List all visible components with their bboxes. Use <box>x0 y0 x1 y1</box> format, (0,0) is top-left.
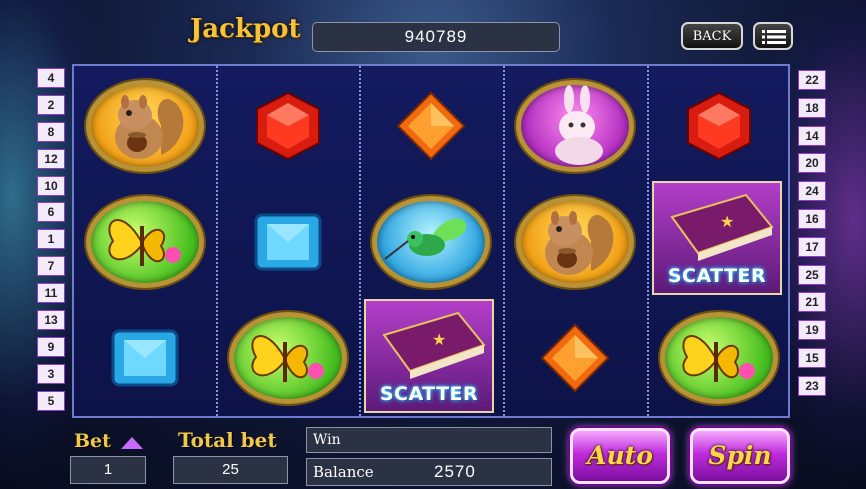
symbol-red-gem <box>223 72 353 180</box>
butterfly-icon <box>229 312 347 404</box>
payline-number[interactable]: 16 <box>798 208 826 229</box>
payline-number[interactable]: 8 <box>37 121 65 142</box>
total-bet-label: Total bet <box>178 428 277 452</box>
payline-number[interactable]: 5 <box>37 390 65 411</box>
balance-field: Balance 2570 <box>306 458 552 486</box>
payline-number[interactable]: 15 <box>798 347 826 368</box>
menu-list-icon <box>762 30 786 44</box>
payline-number[interactable]: 3 <box>37 363 65 384</box>
paylines-left: 4 2 8 12 10 6 1 7 11 13 9 3 5 <box>37 68 65 418</box>
red-gem-icon <box>256 91 320 161</box>
scatter-label: SCATTER <box>379 383 479 405</box>
symbol-squirrel <box>510 188 640 296</box>
payline-number[interactable]: 23 <box>798 375 826 396</box>
bet-value: 1 <box>70 456 146 484</box>
paylines-right: 22 18 14 20 24 16 17 25 21 19 15 23 <box>798 70 826 404</box>
total-bet-value: 25 <box>173 456 288 484</box>
symbol-orange-gem <box>366 72 496 180</box>
butterfly-icon <box>660 312 778 404</box>
payline-number[interactable]: 9 <box>37 336 65 357</box>
balance-value: 2570 <box>434 462 476 481</box>
payline-number[interactable]: 4 <box>37 68 65 88</box>
symbol-scatter: ★ SCATTER <box>364 299 494 413</box>
payline-number[interactable]: 14 <box>798 125 826 146</box>
jackpot-label: Jackpot <box>190 14 301 44</box>
payline-number[interactable]: 19 <box>798 320 826 341</box>
win-label: Win <box>313 432 341 448</box>
symbol-blue-gem <box>223 188 353 296</box>
payline-number[interactable]: 13 <box>37 310 65 331</box>
reel-divider <box>503 66 505 416</box>
jackpot-value: 940789 <box>312 22 560 52</box>
balance-label: Balance <box>313 463 374 481</box>
back-button[interactable]: BACK <box>681 22 743 50</box>
svg-text:★: ★ <box>432 330 446 349</box>
svg-text:★: ★ <box>720 212 734 231</box>
blue-gem-icon <box>111 329 179 387</box>
spin-button[interactable]: Spin <box>690 428 790 484</box>
symbol-red-gem <box>654 72 784 180</box>
squirrel-icon <box>86 80 204 172</box>
bet-increase-icon[interactable] <box>121 437 143 449</box>
orange-gem-icon <box>396 91 466 161</box>
bet-label: Bet <box>74 430 111 452</box>
reel-divider <box>647 66 649 416</box>
reel-grid: ★ SCATTER ★ SCATTER <box>72 64 790 418</box>
symbol-orange-gem <box>510 304 640 412</box>
orange-gem-icon <box>540 323 610 393</box>
rabbit-icon <box>516 80 634 172</box>
payline-number[interactable]: 1 <box>37 229 65 250</box>
menu-button[interactable] <box>753 22 793 50</box>
payline-number[interactable]: 12 <box>37 148 65 169</box>
butterfly-icon <box>86 196 204 288</box>
symbol-hummingbird <box>366 188 496 296</box>
scatter-book-icon: ★ SCATTER <box>364 299 494 413</box>
symbol-butterfly <box>80 188 210 296</box>
symbol-scatter: ★ SCATTER <box>652 181 782 295</box>
hummingbird-icon <box>372 196 490 288</box>
scatter-book-icon: ★ SCATTER <box>652 181 782 295</box>
symbol-butterfly <box>223 304 353 412</box>
payline-number[interactable]: 17 <box>798 236 826 257</box>
scatter-label: SCATTER <box>667 265 767 287</box>
symbol-butterfly <box>654 304 784 412</box>
payline-number[interactable]: 11 <box>37 283 65 304</box>
payline-number[interactable]: 20 <box>798 153 826 174</box>
payline-number[interactable]: 25 <box>798 264 826 285</box>
blue-gem-icon <box>254 213 322 271</box>
symbol-rabbit <box>510 72 640 180</box>
symbol-blue-gem <box>80 304 210 412</box>
reel-divider <box>359 66 361 416</box>
symbol-squirrel <box>80 72 210 180</box>
payline-number[interactable]: 7 <box>37 256 65 277</box>
payline-number[interactable]: 6 <box>37 202 65 223</box>
red-gem-icon <box>687 91 751 161</box>
win-field: Win <box>306 427 552 453</box>
reel-divider <box>216 66 218 416</box>
payline-number[interactable]: 18 <box>798 97 826 118</box>
auto-button[interactable]: Auto <box>570 428 670 484</box>
payline-number[interactable]: 21 <box>798 292 826 313</box>
payline-number[interactable]: 22 <box>798 70 826 90</box>
payline-number[interactable]: 2 <box>37 94 65 115</box>
squirrel-icon <box>516 196 634 288</box>
payline-number[interactable]: 24 <box>798 181 826 202</box>
payline-number[interactable]: 10 <box>37 175 65 196</box>
